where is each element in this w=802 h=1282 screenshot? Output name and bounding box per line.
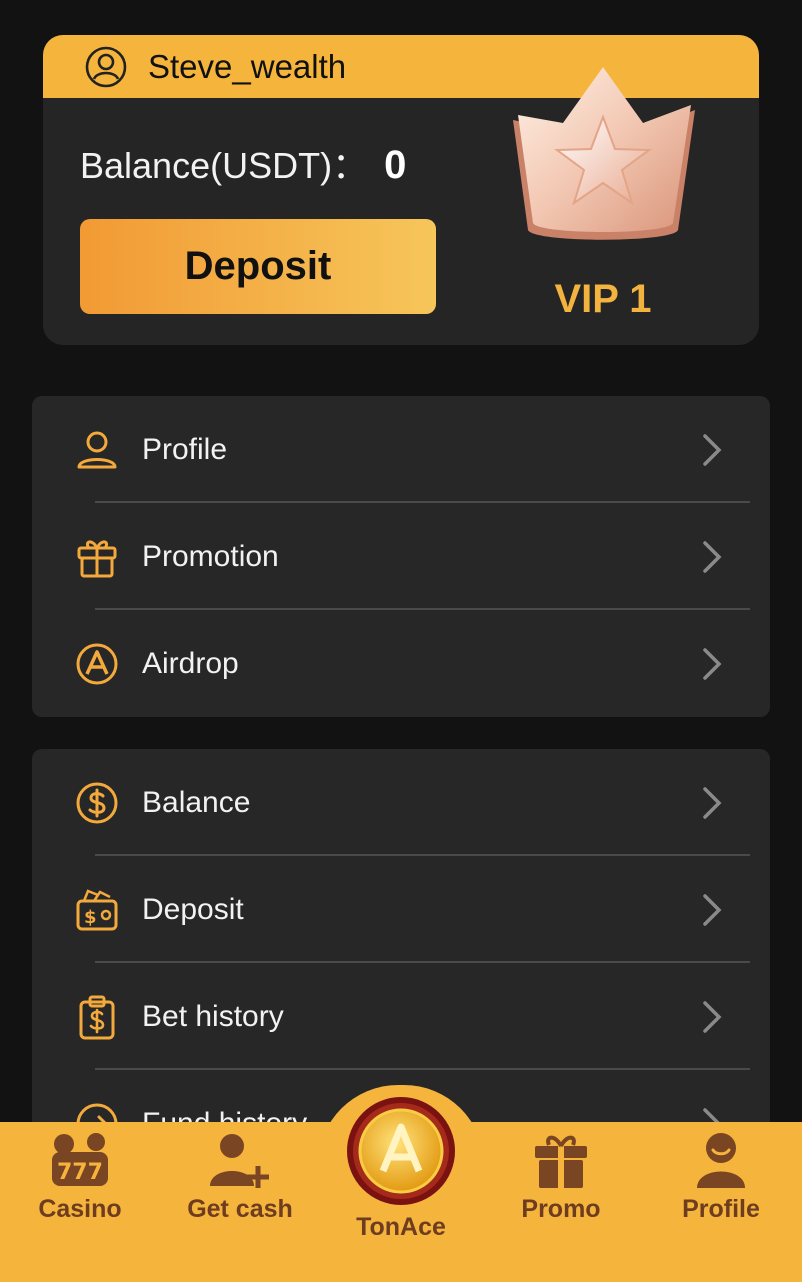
menu-label-balance: Balance: [142, 786, 251, 819]
clipboard-dollar-icon: [79, 995, 115, 1040]
slot-777-icon: 777: [52, 1133, 108, 1186]
menu-label-deposit: Deposit: [142, 893, 244, 926]
nav-label-get-cash: Get cash: [187, 1195, 293, 1223]
chevron-right-icon: [703, 787, 722, 819]
nav-label-promo: Promo: [521, 1195, 601, 1223]
deposit-button[interactable]: Deposit: [80, 219, 436, 314]
menu-item-profile[interactable]: Profile: [32, 396, 770, 503]
menu-label-promotion: Promotion: [142, 540, 279, 573]
gift-icon: [77, 540, 117, 578]
username: Steve_wealth: [148, 48, 347, 85]
chevron-right-icon: [703, 541, 722, 573]
nav-profile[interactable]: Profile: [651, 1130, 791, 1250]
chevron-right-icon: [703, 648, 722, 680]
profile-avatar-icon: [697, 1133, 745, 1188]
menu-item-bet-history[interactable]: Bet history: [32, 963, 770, 1070]
menu-item-deposit[interactable]: $ Deposit: [32, 856, 770, 963]
balance-value: 0: [384, 143, 407, 187]
chevron-right-icon: [703, 1001, 722, 1033]
user-avatar-icon: [85, 46, 127, 88]
menu-label-bet-history: Bet history: [142, 1000, 284, 1033]
wallet-icon: $: [76, 889, 118, 931]
dollar-coin-icon: [76, 782, 118, 824]
chevron-right-icon: [703, 894, 722, 926]
add-user-icon: [210, 1134, 269, 1188]
svg-text:777: 777: [57, 1160, 103, 1185]
menu-label-profile: Profile: [142, 433, 228, 466]
airdrop-coin-icon: [76, 643, 118, 685]
nav-casino[interactable]: 777 Casino: [10, 1130, 150, 1250]
menu-item-promotion[interactable]: Promotion: [32, 503, 770, 610]
vip-crown-icon: [513, 67, 695, 240]
menu-item-balance[interactable]: Balance: [32, 749, 770, 856]
nav-promo[interactable]: Promo: [491, 1130, 631, 1250]
menu-panel-account: Profile Promotion Airdrop: [32, 396, 770, 717]
account-card: Steve_wealth Balance(USDT)： 0 Deposit VIP…: [43, 35, 759, 345]
nav-label-casino: Casino: [38, 1195, 122, 1223]
balance-row: Balance(USDT)： 0: [80, 143, 406, 188]
nav-label-profile: Profile: [682, 1195, 760, 1223]
tonace-coin-icon[interactable]: [345, 1095, 457, 1207]
menu-label-airdrop: Airdrop: [142, 647, 239, 680]
nav-label-tonace[interactable]: TonAce: [330, 1212, 472, 1242]
svg-text:$: $: [84, 907, 97, 928]
balance-label: Balance(USDT)：: [80, 145, 369, 186]
vip-level: VIP 1: [554, 277, 652, 321]
menu-item-airdrop[interactable]: Airdrop: [32, 610, 770, 717]
user-icon: [77, 431, 117, 469]
gift-box-icon: [535, 1135, 587, 1188]
chevron-right-icon: [703, 434, 722, 466]
nav-get-cash[interactable]: Get cash: [170, 1130, 310, 1250]
